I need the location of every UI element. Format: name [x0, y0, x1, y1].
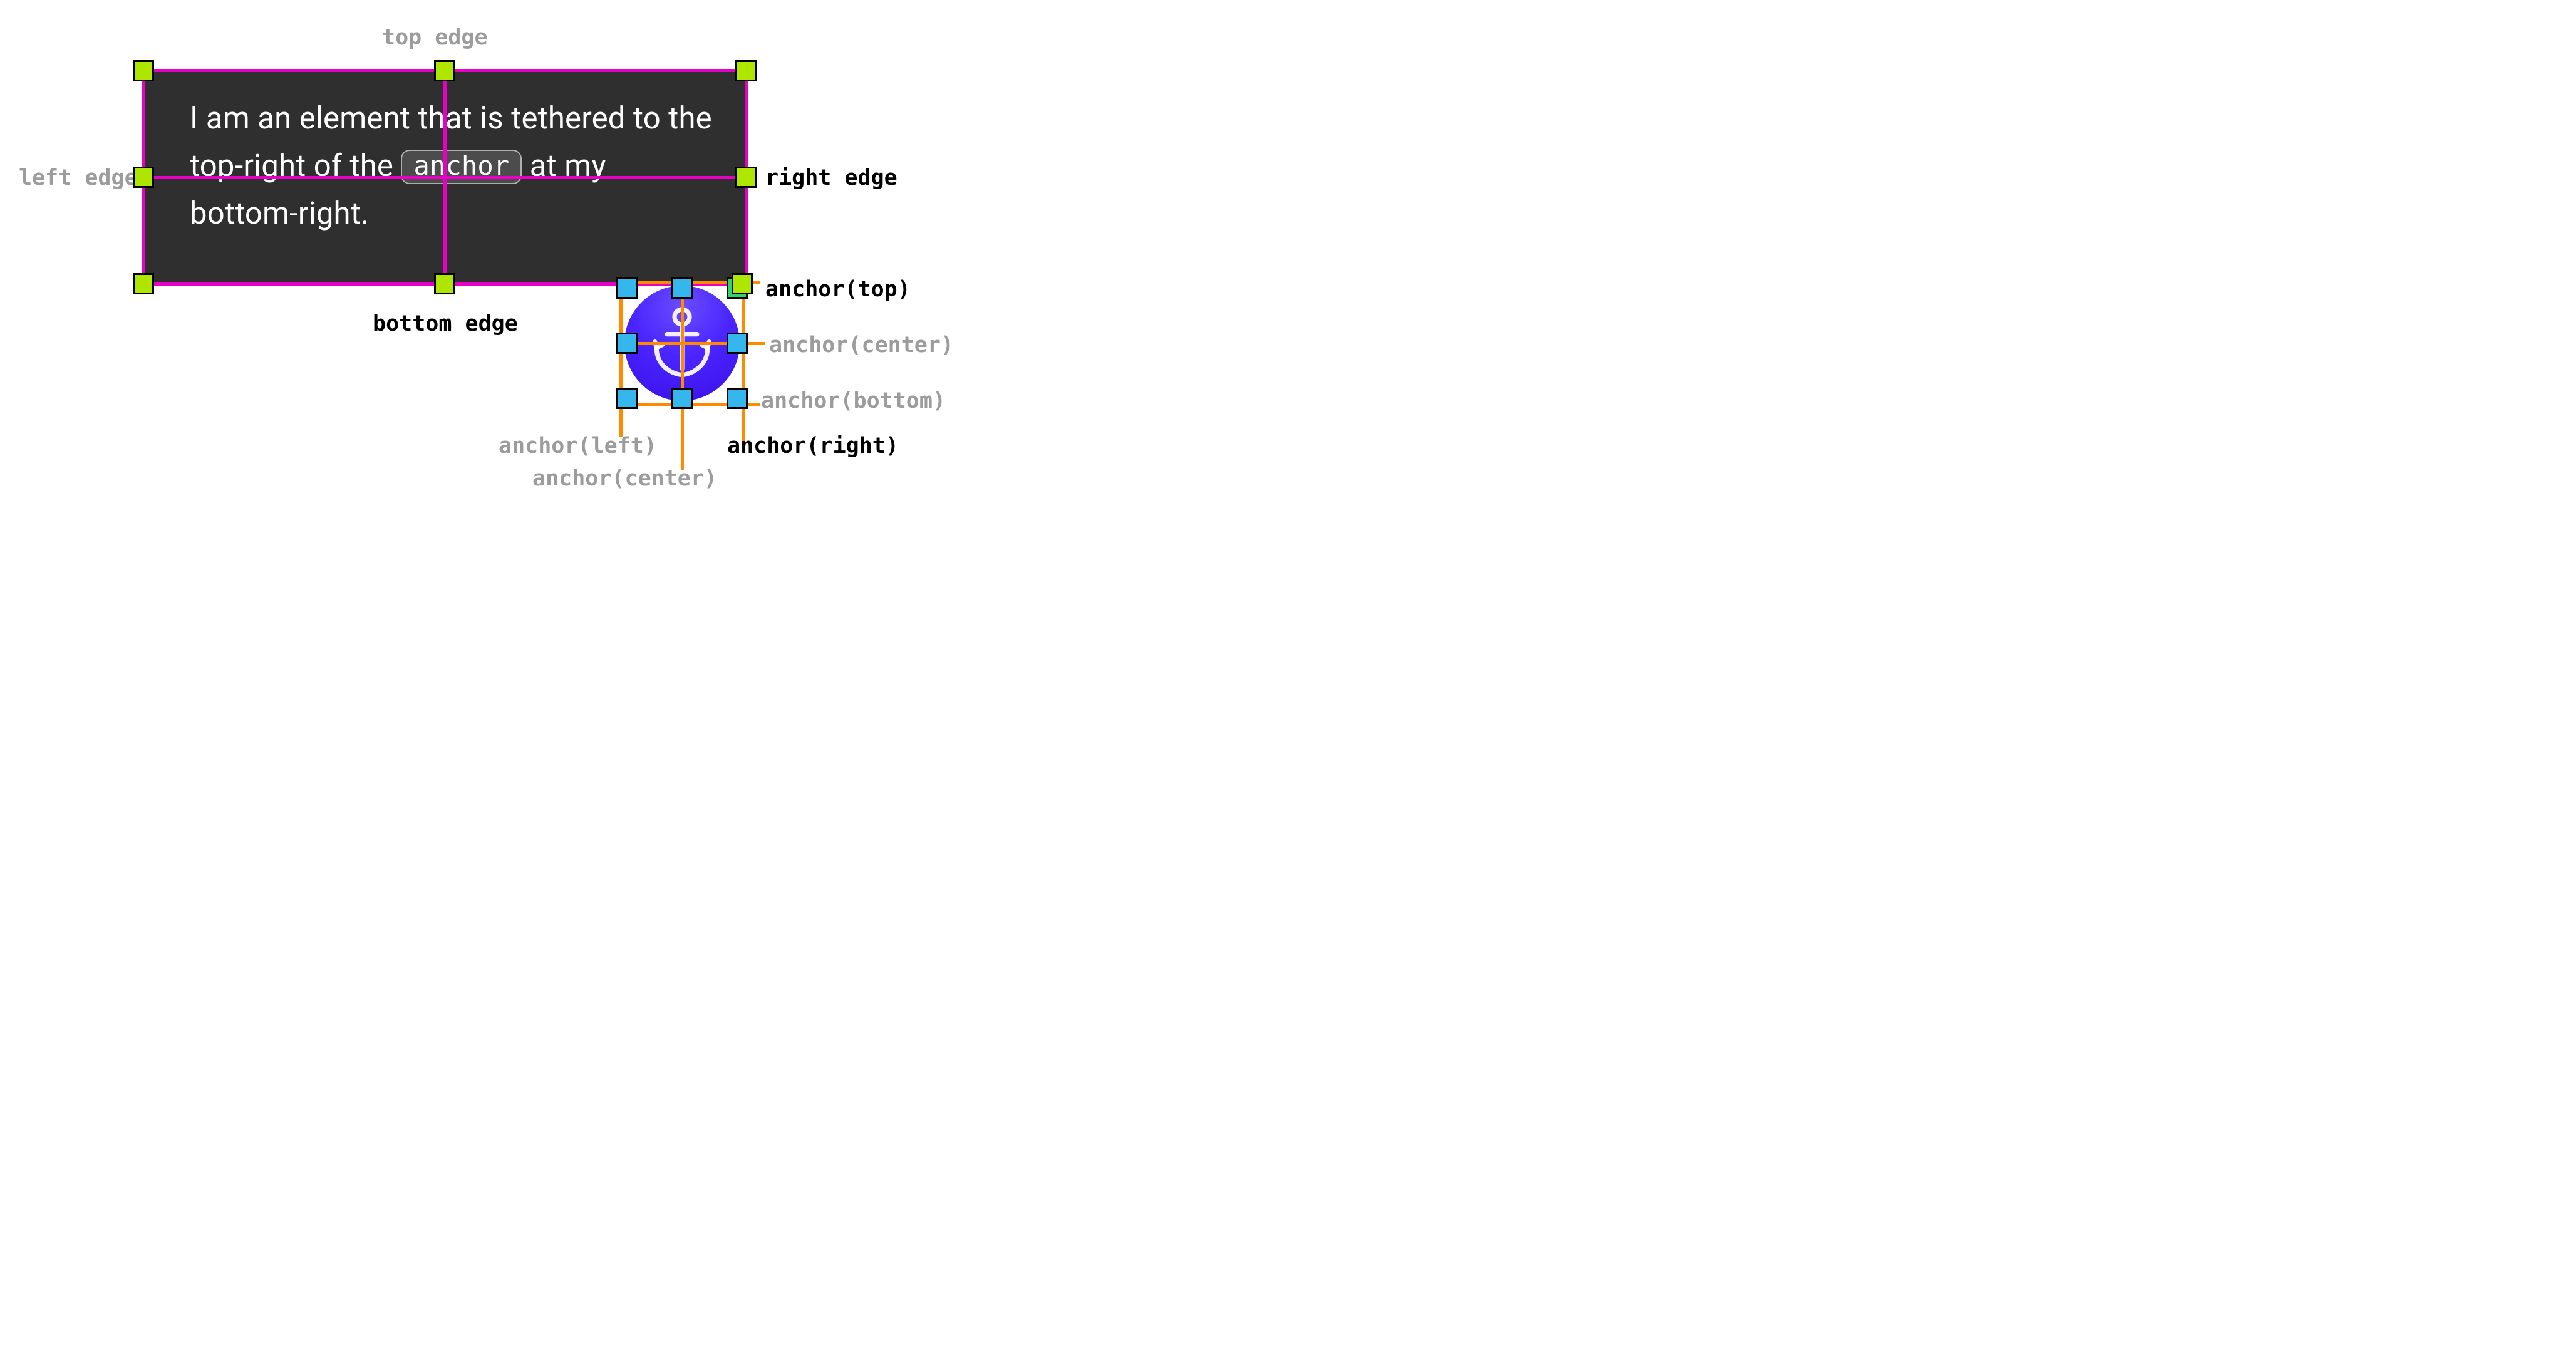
tethered-handle-tr: [735, 60, 757, 81]
diagram-stage: I am an element that is tethered to the …: [0, 0, 2576, 1368]
anchor-left-edge-line: [619, 281, 623, 437]
label-anchor-center-h: anchor(center): [769, 333, 954, 358]
anchor-handle-bl: [616, 388, 638, 409]
anchor-handle-bc: [671, 388, 693, 409]
anchor-handle-mr: [727, 333, 748, 354]
label-anchor-top: anchor(top): [765, 277, 911, 302]
label-anchor-center-v: anchor(center): [532, 466, 717, 491]
tethered-handle-mr: [735, 167, 757, 188]
label-top-edge: top edge: [382, 25, 488, 50]
label-bottom-edge: bottom edge: [373, 311, 518, 336]
label-anchor-bottom: anchor(bottom): [761, 388, 946, 413]
label-left-edge: left edge: [19, 165, 138, 190]
tethered-handle-bc: [434, 273, 455, 294]
anchor-handle-tc: [671, 277, 693, 299]
tethered-handle-tl: [133, 60, 154, 81]
tethered-element: I am an element that is tethered to the …: [142, 69, 748, 286]
label-right-edge: right edge: [765, 165, 897, 190]
tethered-handle-ml: [133, 167, 154, 188]
anchor-right-edge-line: [742, 281, 745, 450]
tethered-handle-br: [732, 273, 753, 294]
anchor-handle-br: [727, 388, 748, 409]
anchor-keyword-badge: anchor: [401, 150, 522, 184]
anchor-handle-ml: [616, 333, 638, 354]
anchor-center-v-line: [681, 281, 684, 470]
tethered-handle-tc: [434, 60, 455, 81]
tethered-center-h-line: [145, 176, 745, 179]
label-anchor-right: anchor(right): [727, 433, 899, 459]
anchor-handle-tl: [616, 277, 638, 299]
label-anchor-left: anchor(left): [499, 433, 657, 459]
tethered-handle-bl: [133, 273, 154, 294]
